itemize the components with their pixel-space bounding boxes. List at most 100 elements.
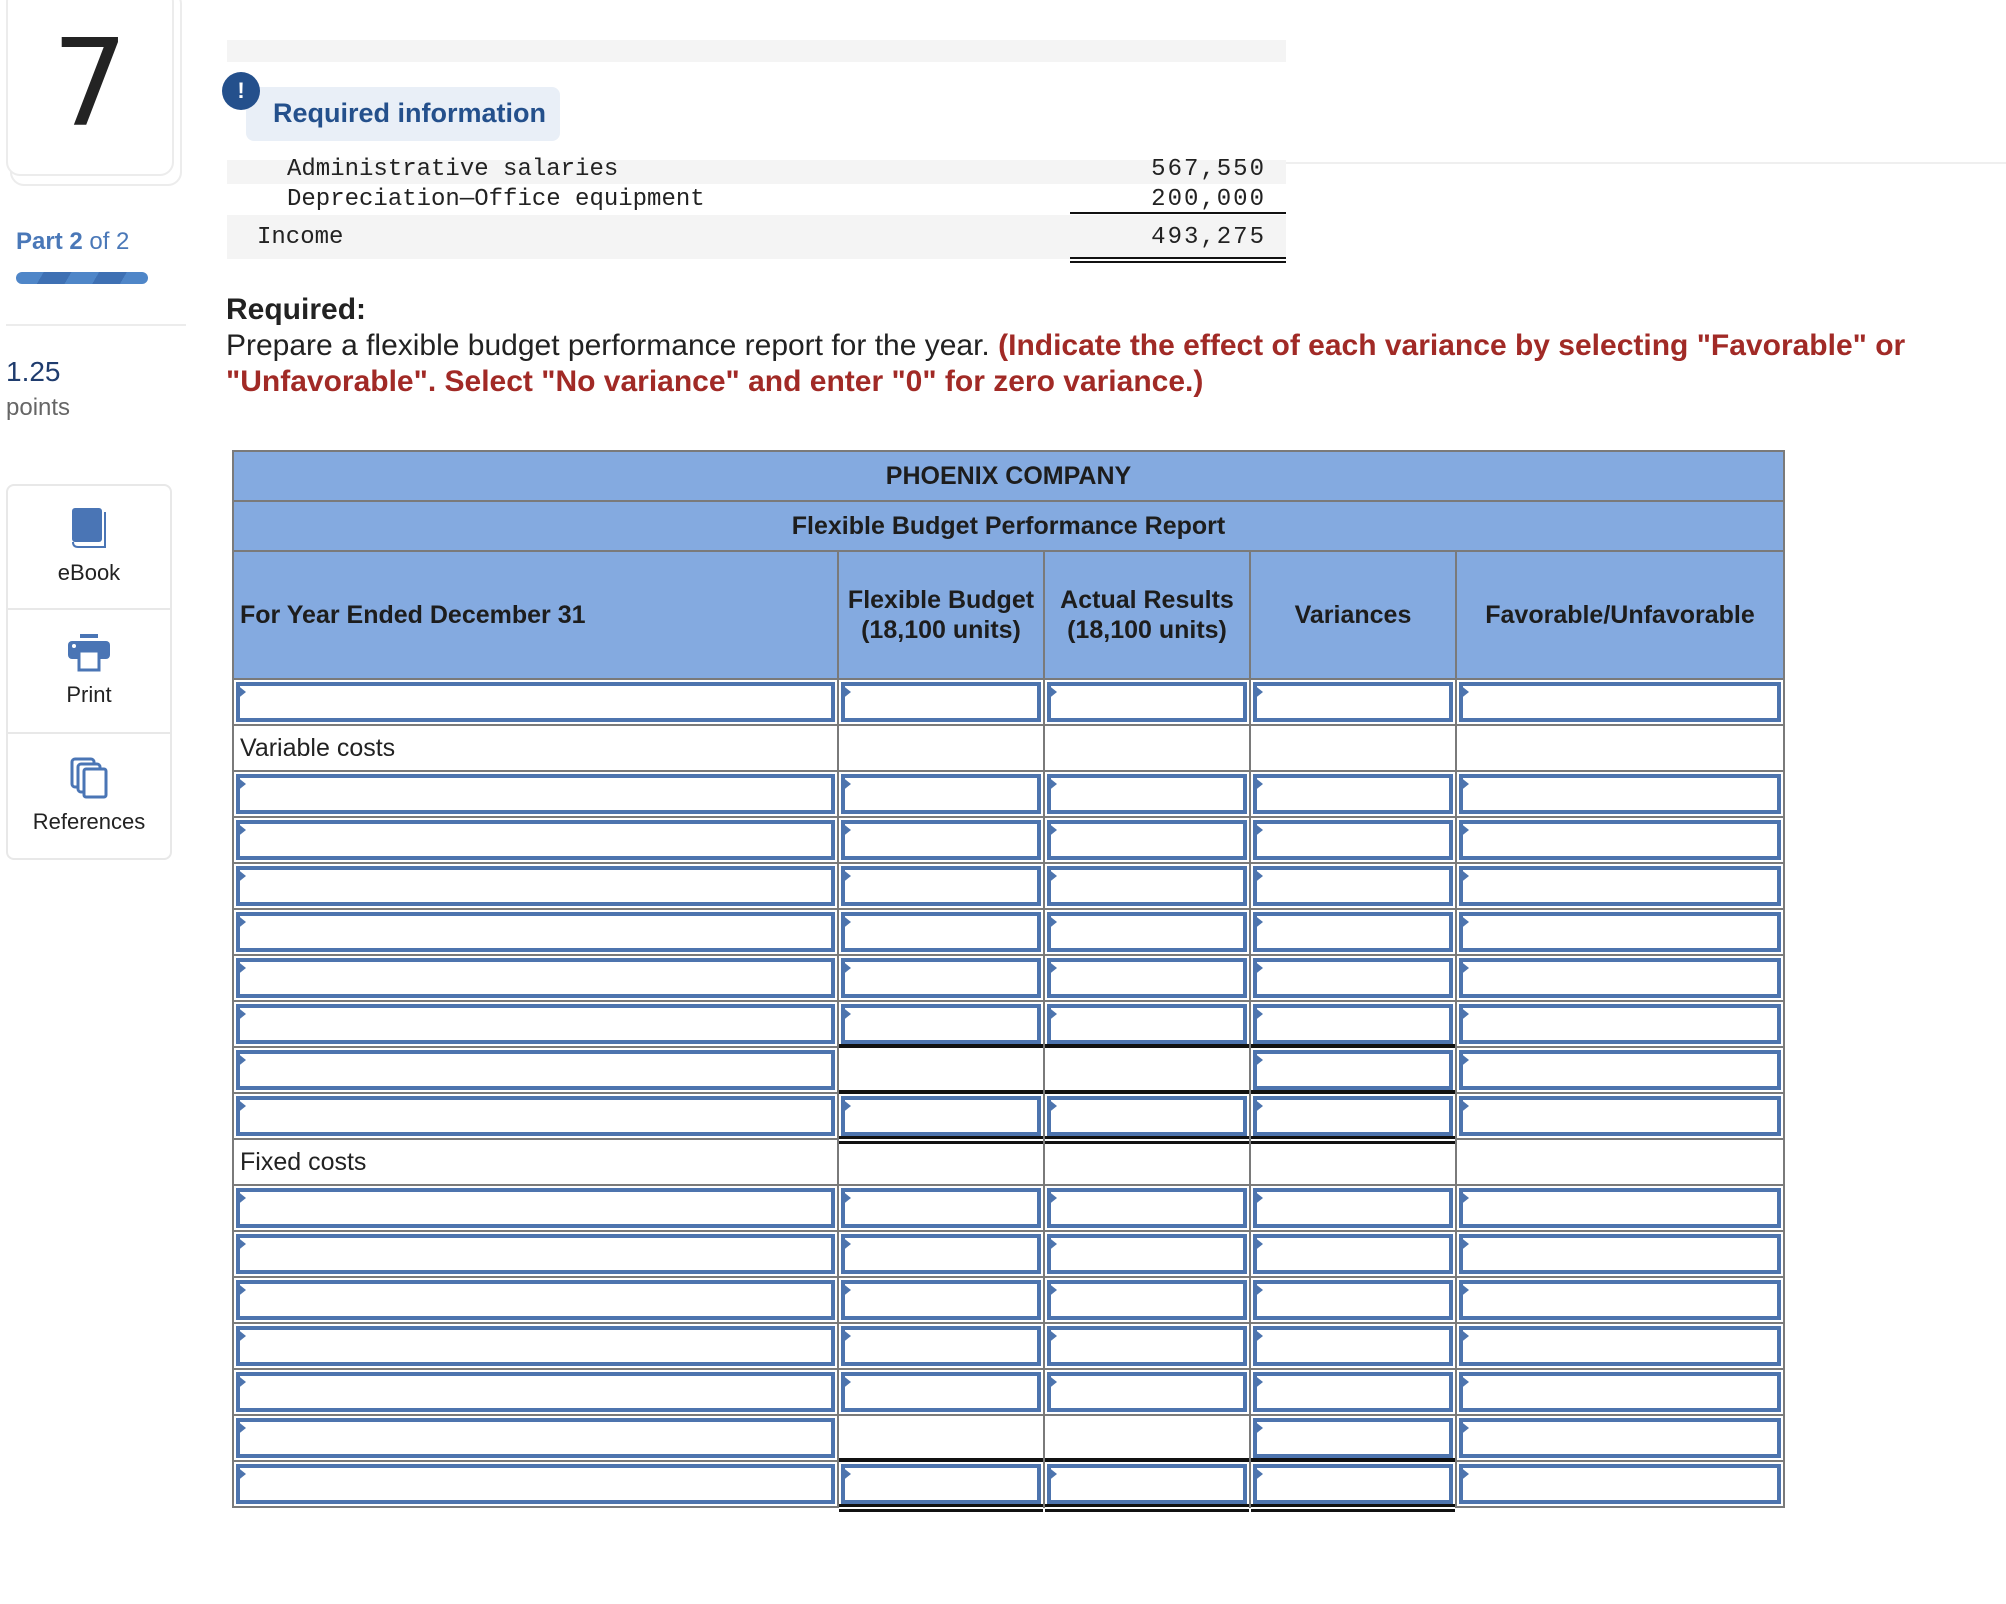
line-item-dropdown[interactable] <box>240 916 831 948</box>
variance-input[interactable] <box>1257 824 1449 856</box>
favorable-unfavorable-dropdown[interactable] <box>1463 824 1777 856</box>
favorable-unfavorable-dropdown[interactable] <box>1463 686 1777 718</box>
variance-input[interactable] <box>1257 1100 1449 1132</box>
flexible-budget-field[interactable] <box>841 1326 1041 1366</box>
actual-results-field[interactable] <box>1047 774 1247 814</box>
variance-input[interactable] <box>1257 686 1449 718</box>
line-item-field[interactable] <box>236 1096 835 1136</box>
actual-results-field[interactable] <box>1047 866 1247 906</box>
favorable-unfavorable-dropdown[interactable] <box>1463 1376 1777 1408</box>
variance-field[interactable] <box>1253 1004 1453 1044</box>
line-item-dropdown[interactable] <box>240 1054 831 1086</box>
variance-field[interactable] <box>1253 1188 1453 1228</box>
favorable-unfavorable-dropdown[interactable] <box>1463 962 1777 994</box>
flexible-budget-input[interactable] <box>845 778 1037 810</box>
actual-results-input[interactable] <box>1051 1284 1243 1316</box>
line-item-field[interactable] <box>236 912 835 952</box>
print-button[interactable]: Print <box>8 610 170 734</box>
flexible-budget-field[interactable] <box>841 1372 1041 1412</box>
variance-input[interactable] <box>1257 1008 1449 1040</box>
actual-results-input[interactable] <box>1051 686 1243 718</box>
line-item-field[interactable] <box>236 1280 835 1320</box>
line-item-dropdown[interactable] <box>240 1238 831 1270</box>
line-item-dropdown[interactable] <box>240 1468 831 1500</box>
actual-results-input[interactable] <box>1051 824 1243 856</box>
favorable-unfavorable-dropdown[interactable] <box>1463 1238 1777 1270</box>
actual-results-field[interactable] <box>1047 820 1247 860</box>
variance-field[interactable] <box>1253 912 1453 952</box>
variance-field[interactable] <box>1253 958 1453 998</box>
line-item-field[interactable] <box>236 682 835 722</box>
line-item-field[interactable] <box>236 866 835 906</box>
flexible-budget-field[interactable] <box>841 682 1041 722</box>
variance-input[interactable] <box>1257 1054 1449 1086</box>
flexible-budget-field[interactable] <box>841 912 1041 952</box>
favorable-unfavorable-dropdown[interactable] <box>1463 1054 1777 1086</box>
flexible-budget-field[interactable] <box>841 1234 1041 1274</box>
variance-field[interactable] <box>1253 1326 1453 1366</box>
flexible-budget-input[interactable] <box>845 1100 1037 1132</box>
variance-field[interactable] <box>1253 774 1453 814</box>
favorable-unfavorable-field[interactable] <box>1459 682 1781 722</box>
flexible-budget-input[interactable] <box>845 1468 1037 1500</box>
variance-input[interactable] <box>1257 1192 1449 1224</box>
flexible-budget-input[interactable] <box>845 686 1037 718</box>
favorable-unfavorable-field[interactable] <box>1459 1096 1781 1136</box>
variance-field[interactable] <box>1253 866 1453 906</box>
actual-results-field[interactable] <box>1047 1004 1247 1044</box>
variance-input[interactable] <box>1257 916 1449 948</box>
flexible-budget-input[interactable] <box>845 870 1037 902</box>
actual-results-field[interactable] <box>1047 1280 1247 1320</box>
favorable-unfavorable-dropdown[interactable] <box>1463 1468 1777 1500</box>
line-item-dropdown[interactable] <box>240 870 831 902</box>
line-item-field[interactable] <box>236 1464 835 1504</box>
favorable-unfavorable-field[interactable] <box>1459 1050 1781 1090</box>
flexible-budget-field[interactable] <box>841 1188 1041 1228</box>
favorable-unfavorable-field[interactable] <box>1459 1464 1781 1504</box>
favorable-unfavorable-dropdown[interactable] <box>1463 1422 1777 1454</box>
favorable-unfavorable-field[interactable] <box>1459 912 1781 952</box>
variance-field[interactable] <box>1253 682 1453 722</box>
line-item-field[interactable] <box>236 774 835 814</box>
line-item-field[interactable] <box>236 1234 835 1274</box>
variance-input[interactable] <box>1257 1376 1449 1408</box>
flexible-budget-input[interactable] <box>845 1238 1037 1270</box>
favorable-unfavorable-dropdown[interactable] <box>1463 1008 1777 1040</box>
flexible-budget-input[interactable] <box>845 824 1037 856</box>
actual-results-input[interactable] <box>1051 1192 1243 1224</box>
favorable-unfavorable-field[interactable] <box>1459 1004 1781 1044</box>
variance-field[interactable] <box>1253 1234 1453 1274</box>
ebook-button[interactable]: eBook <box>8 486 170 610</box>
actual-results-field[interactable] <box>1047 912 1247 952</box>
flexible-budget-field[interactable] <box>841 1464 1041 1504</box>
variance-input[interactable] <box>1257 962 1449 994</box>
flexible-budget-field[interactable] <box>841 820 1041 860</box>
flexible-budget-field[interactable] <box>841 1096 1041 1136</box>
actual-results-input[interactable] <box>1051 778 1243 810</box>
actual-results-input[interactable] <box>1051 1238 1243 1270</box>
variance-field[interactable] <box>1253 1050 1453 1090</box>
line-item-dropdown[interactable] <box>240 1330 831 1362</box>
flexible-budget-input[interactable] <box>845 1192 1037 1224</box>
line-item-dropdown[interactable] <box>240 778 831 810</box>
favorable-unfavorable-field[interactable] <box>1459 866 1781 906</box>
actual-results-input[interactable] <box>1051 1376 1243 1408</box>
actual-results-input[interactable] <box>1051 1008 1243 1040</box>
variance-input[interactable] <box>1257 1468 1449 1500</box>
actual-results-field[interactable] <box>1047 1096 1247 1136</box>
variance-field[interactable] <box>1253 1096 1453 1136</box>
line-item-dropdown[interactable] <box>240 1376 831 1408</box>
line-item-field[interactable] <box>236 1372 835 1412</box>
favorable-unfavorable-field[interactable] <box>1459 820 1781 860</box>
favorable-unfavorable-field[interactable] <box>1459 1372 1781 1412</box>
favorable-unfavorable-dropdown[interactable] <box>1463 778 1777 810</box>
actual-results-field[interactable] <box>1047 1326 1247 1366</box>
favorable-unfavorable-dropdown[interactable] <box>1463 916 1777 948</box>
references-button[interactable]: References <box>8 734 170 858</box>
required-info-label[interactable]: Required information <box>273 98 546 129</box>
favorable-unfavorable-dropdown[interactable] <box>1463 1284 1777 1316</box>
favorable-unfavorable-field[interactable] <box>1459 1326 1781 1366</box>
flexible-budget-field[interactable] <box>841 1004 1041 1044</box>
flexible-budget-field[interactable] <box>841 958 1041 998</box>
flexible-budget-field[interactable] <box>841 866 1041 906</box>
